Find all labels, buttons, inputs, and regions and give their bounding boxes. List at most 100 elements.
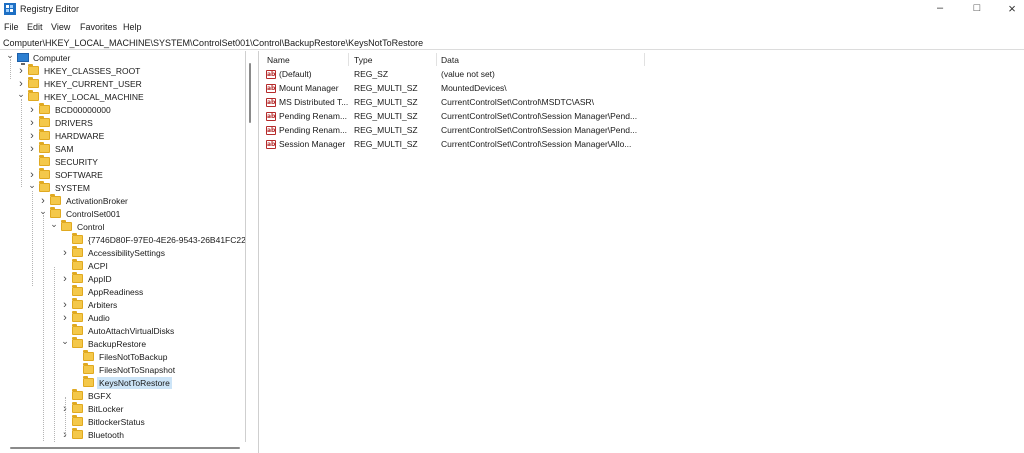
column-divider[interactable] — [436, 53, 437, 66]
expand-chevron-icon[interactable]: › — [60, 273, 70, 285]
expand-chevron-icon[interactable]: › — [27, 117, 37, 129]
tree-item[interactable]: › Arbiters — [0, 298, 245, 312]
tree-item[interactable]: ⌄ Computer — [0, 51, 245, 65]
maximize-button[interactable]: □ — [960, 0, 994, 19]
address-bar[interactable]: Computer\HKEY_LOCAL_MACHINE\SYSTEM\Contr… — [0, 36, 1024, 50]
tree-item[interactable]: ⌄ Control — [0, 220, 245, 234]
tree-horizontal-scroll-thumb[interactable] — [10, 447, 240, 449]
value-row[interactable]: ab Pending Renam... REG_MULTI_SZ CurrentCon… — [262, 110, 1024, 123]
tree-item[interactable]: ⌄ HKEY_LOCAL_MACHINE — [0, 90, 245, 104]
tree-item[interactable]: › BCD00000000 — [0, 103, 245, 117]
tree-item-label[interactable]: SAM — [53, 143, 75, 155]
tree-item[interactable]: › AccessibilitySettings — [0, 246, 245, 260]
tree-item[interactable]: AutoAttachVirtualDisks — [0, 324, 245, 338]
tree-item-label[interactable]: Audio — [86, 312, 112, 324]
column-header-type[interactable]: Type — [354, 55, 372, 65]
column-header-data[interactable]: Data — [441, 55, 459, 65]
tree-item-label[interactable]: HKEY_CURRENT_USER — [42, 78, 144, 90]
value-row[interactable]: ab Session Manager REG_MULTI_SZ CurrentCont… — [262, 138, 1024, 151]
tree-item-label[interactable]: AppReadiness — [86, 286, 145, 298]
tree-item-label[interactable]: DRIVERS — [53, 117, 95, 129]
menu-help[interactable]: Help — [123, 22, 142, 32]
tree-item-label[interactable]: BackupRestore — [86, 338, 148, 350]
tree-item[interactable]: › Audio — [0, 311, 245, 325]
tree-item[interactable]: AppReadiness — [0, 285, 245, 299]
column-divider[interactable] — [644, 53, 645, 66]
column-divider[interactable] — [348, 53, 349, 66]
expand-chevron-icon[interactable]: › — [16, 65, 26, 77]
tree-item[interactable]: › SAM — [0, 142, 245, 156]
tree-item-label[interactable]: Bluetooth — [86, 429, 126, 441]
tree-item[interactable]: ⌄ ControlSet001 — [0, 207, 245, 221]
tree-item-label[interactable]: BitlockerStatus — [86, 416, 147, 428]
tree-item-label[interactable]: SECURITY — [53, 156, 100, 168]
tree-item[interactable]: › HKEY_CLASSES_ROOT — [0, 64, 245, 78]
tree-item[interactable]: {7746D80F-97E0-4E26-9543-26B41FC22F79} — [0, 233, 245, 247]
tree-item-label[interactable]: {7746D80F-97E0-4E26-9543-26B41FC22F79} — [86, 234, 245, 246]
tree-item-label[interactable]: HKEY_LOCAL_MACHINE — [42, 91, 146, 103]
value-row[interactable]: ab (Default) REG_SZ (value not set) — [262, 68, 1024, 81]
value-name[interactable]: Pending Renam... — [279, 124, 351, 137]
expand-chevron-icon[interactable]: › — [27, 143, 37, 155]
tree-item[interactable]: ⌄ SYSTEM — [0, 181, 245, 195]
tree-item-label[interactable]: HKEY_CLASSES_ROOT — [42, 65, 142, 77]
tree-item-label[interactable]: Computer — [31, 52, 72, 64]
tree-item-label[interactable]: AccessibilitySettings — [86, 247, 167, 259]
menu-edit[interactable]: Edit — [27, 22, 43, 32]
value-name[interactable]: Session Manager — [279, 138, 351, 151]
value-row[interactable]: ab MS Distributed T... REG_MULTI_SZ Current… — [262, 96, 1024, 109]
tree-item[interactable]: ACPI — [0, 259, 245, 273]
tree-item[interactable]: › BitLocker — [0, 402, 245, 416]
tree-item-label[interactable]: SOFTWARE — [53, 169, 105, 181]
expand-chevron-icon[interactable]: › — [60, 299, 70, 311]
tree-item-label[interactable]: BitLocker — [86, 403, 125, 415]
tree-item[interactable]: FilesNotToSnapshot — [0, 363, 245, 377]
close-button[interactable]: × — [995, 0, 1024, 19]
tree-item-label[interactable]: Arbiters — [86, 299, 119, 311]
tree-item[interactable]: › DRIVERS — [0, 116, 245, 130]
tree-item[interactable]: › SOFTWARE — [0, 168, 245, 182]
value-row[interactable]: ab Pending Renam... REG_MULTI_SZ CurrentCon… — [262, 124, 1024, 137]
menu-favorites[interactable]: Favorites — [80, 22, 117, 32]
tree-item-label[interactable]: BCD00000000 — [53, 104, 113, 116]
tree-item-label[interactable]: Control — [75, 221, 106, 233]
tree-item[interactable]: › HKEY_CURRENT_USER — [0, 77, 245, 91]
tree-vertical-scrollbar[interactable] — [246, 51, 255, 442]
tree-item[interactable]: FilesNotToBackup — [0, 350, 245, 364]
tree-item-label[interactable]: ACPI — [86, 260, 110, 272]
tree-vertical-scroll-thumb[interactable] — [249, 63, 251, 123]
tree-item-label[interactable]: BGFX — [86, 390, 113, 402]
tree-item-label[interactable]: AutoAttachVirtualDisks — [86, 325, 176, 337]
expand-chevron-icon[interactable]: › — [60, 247, 70, 259]
value-name[interactable]: MS Distributed T... — [279, 96, 351, 109]
value-name[interactable]: Mount Manager — [279, 82, 351, 95]
value-name[interactable]: Pending Renam... — [279, 110, 351, 123]
key-tree[interactable]: ⌄ Computer › HKEY_CLASSES_ROOT › HKEY_CURRENT… — [0, 51, 246, 442]
tree-item[interactable]: BGFX — [0, 389, 245, 403]
collapse-chevron-icon[interactable]: ⌄ — [49, 220, 59, 233]
tree-item[interactable]: SECURITY — [0, 155, 245, 169]
tree-item-label[interactable]: ControlSet001 — [64, 208, 122, 220]
tree-item[interactable]: KeysNotToRestore — [0, 376, 245, 390]
expand-chevron-icon[interactable]: › — [27, 130, 37, 142]
collapse-chevron-icon[interactable]: ⌄ — [60, 337, 70, 350]
values-list[interactable]: Name Type Data ab (Default) REG_SZ (value n… — [262, 51, 1024, 453]
tree-item[interactable]: › AppID — [0, 272, 245, 286]
tree-item[interactable]: BitlockerStatus — [0, 415, 245, 429]
tree-item[interactable]: › HARDWARE — [0, 129, 245, 143]
menu-view[interactable]: View — [51, 22, 70, 32]
tree-item-label[interactable]: ActivationBroker — [64, 195, 130, 207]
menu-file[interactable]: File — [4, 22, 19, 32]
tree-item[interactable]: ⌄ BackupRestore — [0, 337, 245, 351]
tree-horizontal-scrollbar[interactable] — [0, 442, 255, 453]
tree-item-label[interactable]: FilesNotToBackup — [97, 351, 170, 363]
tree-item-label[interactable]: HARDWARE — [53, 130, 106, 142]
value-name[interactable]: (Default) — [279, 68, 351, 81]
minimize-button[interactable]: – — [923, 0, 957, 19]
tree-item-label[interactable]: KeysNotToRestore — [97, 377, 172, 389]
tree-item-label[interactable]: FilesNotToSnapshot — [97, 364, 177, 376]
tree-item-label[interactable]: AppID — [86, 273, 114, 285]
value-row[interactable]: ab Mount Manager REG_MULTI_SZ MountedDevice… — [262, 82, 1024, 95]
tree-item-label[interactable]: SYSTEM — [53, 182, 92, 194]
tree-item[interactable]: › ActivationBroker — [0, 194, 245, 208]
